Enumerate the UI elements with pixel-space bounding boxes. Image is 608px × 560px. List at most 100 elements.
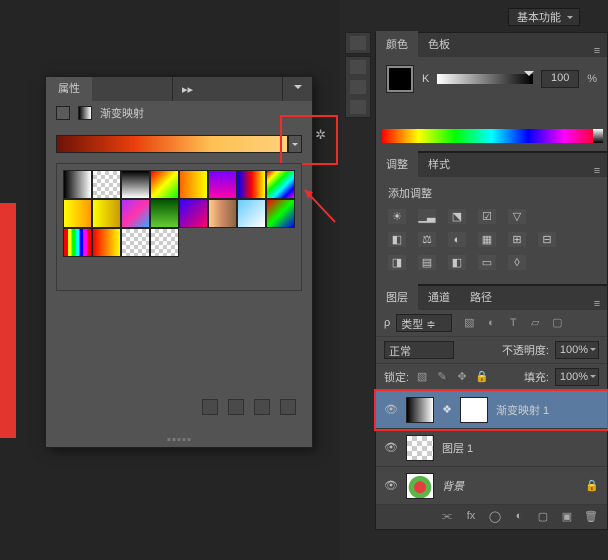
- trash-icon[interactable]: [280, 399, 296, 415]
- resize-handle[interactable]: [168, 438, 191, 441]
- right-panels: 颜色 色板 ≡ K 100 % 调整 样式 ≡ 添加调整 ☀ ▁▃ ⬔ ☑ ▽: [375, 32, 608, 530]
- percent-label: %: [587, 73, 597, 85]
- tab-swatches[interactable]: 色板: [418, 31, 460, 57]
- clip-icon[interactable]: [202, 399, 218, 415]
- workspace-label: 基本功能: [517, 9, 561, 25]
- levels-icon[interactable]: ▁▃: [418, 209, 436, 224]
- layer-item[interactable]: 👁 图层 1: [376, 429, 607, 467]
- gradient-swatch[interactable]: [237, 199, 266, 228]
- view-prev-icon[interactable]: [228, 399, 244, 415]
- filter-adjust-icon[interactable]: ◐: [484, 316, 498, 330]
- gradient-swatch[interactable]: [63, 199, 92, 228]
- k-value-input[interactable]: 100: [541, 70, 579, 88]
- dock-icon[interactable]: [350, 80, 366, 94]
- gradient-preview[interactable]: [56, 135, 288, 153]
- filter-shape-icon[interactable]: ▱: [528, 316, 542, 330]
- gradient-swatch[interactable]: [121, 199, 150, 228]
- tab-color[interactable]: 颜色: [376, 31, 418, 57]
- brightness-icon[interactable]: ☀: [388, 209, 406, 224]
- selective-color-icon[interactable]: ◊: [508, 255, 526, 270]
- panel-menu-icon[interactable]: ≡: [587, 45, 607, 57]
- gradient-swatch[interactable]: [121, 228, 150, 257]
- properties-tab[interactable]: 属性: [46, 77, 92, 101]
- gradient-swatch[interactable]: [179, 199, 208, 228]
- tab-paths[interactable]: 路径: [460, 284, 502, 310]
- panel-menu-button[interactable]: [282, 77, 312, 101]
- fx-icon[interactable]: fx: [463, 510, 479, 524]
- group-icon[interactable]: ▢: [535, 510, 551, 524]
- visibility-icon[interactable]: 👁: [384, 441, 398, 455]
- gradient-swatch[interactable]: [150, 170, 179, 199]
- k-label: K: [422, 73, 429, 85]
- opacity-input[interactable]: 100%: [555, 341, 599, 359]
- link-layers-icon[interactable]: ⫘: [439, 510, 455, 524]
- lock-label: 锁定:: [384, 369, 409, 385]
- dock-icon[interactable]: [350, 100, 366, 114]
- visibility-icon[interactable]: 👁: [384, 479, 398, 493]
- foreground-swatch[interactable]: [386, 65, 414, 93]
- mask-icon[interactable]: ◯: [487, 510, 503, 524]
- k-slider[interactable]: [437, 74, 533, 84]
- fill-input[interactable]: 100%: [555, 368, 599, 386]
- kind-select[interactable]: 类型 ≑: [396, 314, 452, 332]
- color-balance-icon[interactable]: ⚖: [418, 232, 436, 247]
- panel-collapse-button[interactable]: ▸▸: [172, 77, 202, 101]
- gradient-swatch[interactable]: [208, 170, 237, 199]
- dock-icon[interactable]: [350, 36, 366, 50]
- tab-styles[interactable]: 样式: [418, 151, 460, 177]
- reset-icon[interactable]: [254, 399, 270, 415]
- mask-thumb[interactable]: [460, 397, 488, 423]
- lock-pixels-icon[interactable]: ✎: [435, 370, 449, 384]
- channel-mixer-icon[interactable]: ⊞: [508, 232, 526, 247]
- gradient-presets: [56, 163, 302, 291]
- gradient-swatch[interactable]: [266, 199, 295, 228]
- new-layer-icon[interactable]: ▣: [559, 510, 575, 524]
- lock-all-icon[interactable]: 🔒: [475, 370, 489, 384]
- gradient-swatch[interactable]: [121, 170, 150, 199]
- gradient-swatch[interactable]: [92, 170, 121, 199]
- layer-item-gradient-map[interactable]: 👁 ❖ 渐变映射 1: [376, 391, 607, 429]
- lock-transparent-icon[interactable]: ▧: [415, 370, 429, 384]
- gradient-swatch[interactable]: [266, 170, 295, 199]
- invert-icon[interactable]: ◨: [388, 255, 406, 270]
- exposure-icon[interactable]: ☑: [478, 209, 496, 224]
- gradient-swatch[interactable]: [208, 199, 237, 228]
- hue-icon[interactable]: ◧: [388, 232, 406, 247]
- panel-menu-icon[interactable]: ≡: [587, 165, 607, 177]
- threshold-icon[interactable]: ◧: [448, 255, 466, 270]
- workspace-dropdown[interactable]: 基本功能: [508, 8, 580, 26]
- adjustment-layer-icon[interactable]: ◐: [511, 510, 527, 524]
- gradient-swatch[interactable]: [92, 228, 121, 257]
- blend-mode-select[interactable]: 正常: [384, 341, 454, 359]
- properties-panel: 属性 ▸▸ 渐变映射 ✲: [45, 76, 313, 448]
- gradient-swatch[interactable]: [63, 170, 92, 199]
- photo-filter-icon[interactable]: ▦: [478, 232, 496, 247]
- panel-menu-icon[interactable]: ≡: [587, 298, 607, 310]
- gradient-swatch[interactable]: [63, 228, 92, 257]
- filter-pixel-icon[interactable]: ▧: [462, 316, 476, 330]
- lock-position-icon[interactable]: ✥: [455, 370, 469, 384]
- tab-adjustments[interactable]: 调整: [376, 151, 418, 177]
- dock-icon[interactable]: [350, 60, 366, 74]
- layer-item-background[interactable]: 👁 背景 🔒: [376, 467, 607, 505]
- color-lookup-icon[interactable]: ⊟: [538, 232, 556, 247]
- delete-icon[interactable]: 🗑: [583, 510, 599, 524]
- gradient-map-icon[interactable]: ▭: [478, 255, 496, 270]
- spectrum-bar[interactable]: [382, 129, 601, 143]
- posterize-icon[interactable]: ▤: [418, 255, 436, 270]
- filter-type-icon[interactable]: T: [506, 316, 520, 330]
- vibrance-icon[interactable]: ▽: [508, 209, 526, 224]
- visibility-icon[interactable]: 👁: [384, 403, 398, 417]
- gradient-swatch[interactable]: [237, 170, 266, 199]
- gradient-swatch[interactable]: [150, 199, 179, 228]
- filter-smart-icon[interactable]: ▢: [550, 316, 564, 330]
- tab-channels[interactable]: 通道: [418, 284, 460, 310]
- gradient-swatch[interactable]: [179, 170, 208, 199]
- tab-layers[interactable]: 图层: [376, 284, 418, 310]
- gradient-swatch[interactable]: [92, 199, 121, 228]
- properties-header: 属性 ▸▸: [46, 77, 312, 101]
- curves-icon[interactable]: ⬔: [448, 209, 466, 224]
- bw-icon[interactable]: ◐: [448, 232, 466, 247]
- gradient-swatch[interactable]: [150, 228, 179, 257]
- gear-icon[interactable]: ✲: [315, 127, 326, 143]
